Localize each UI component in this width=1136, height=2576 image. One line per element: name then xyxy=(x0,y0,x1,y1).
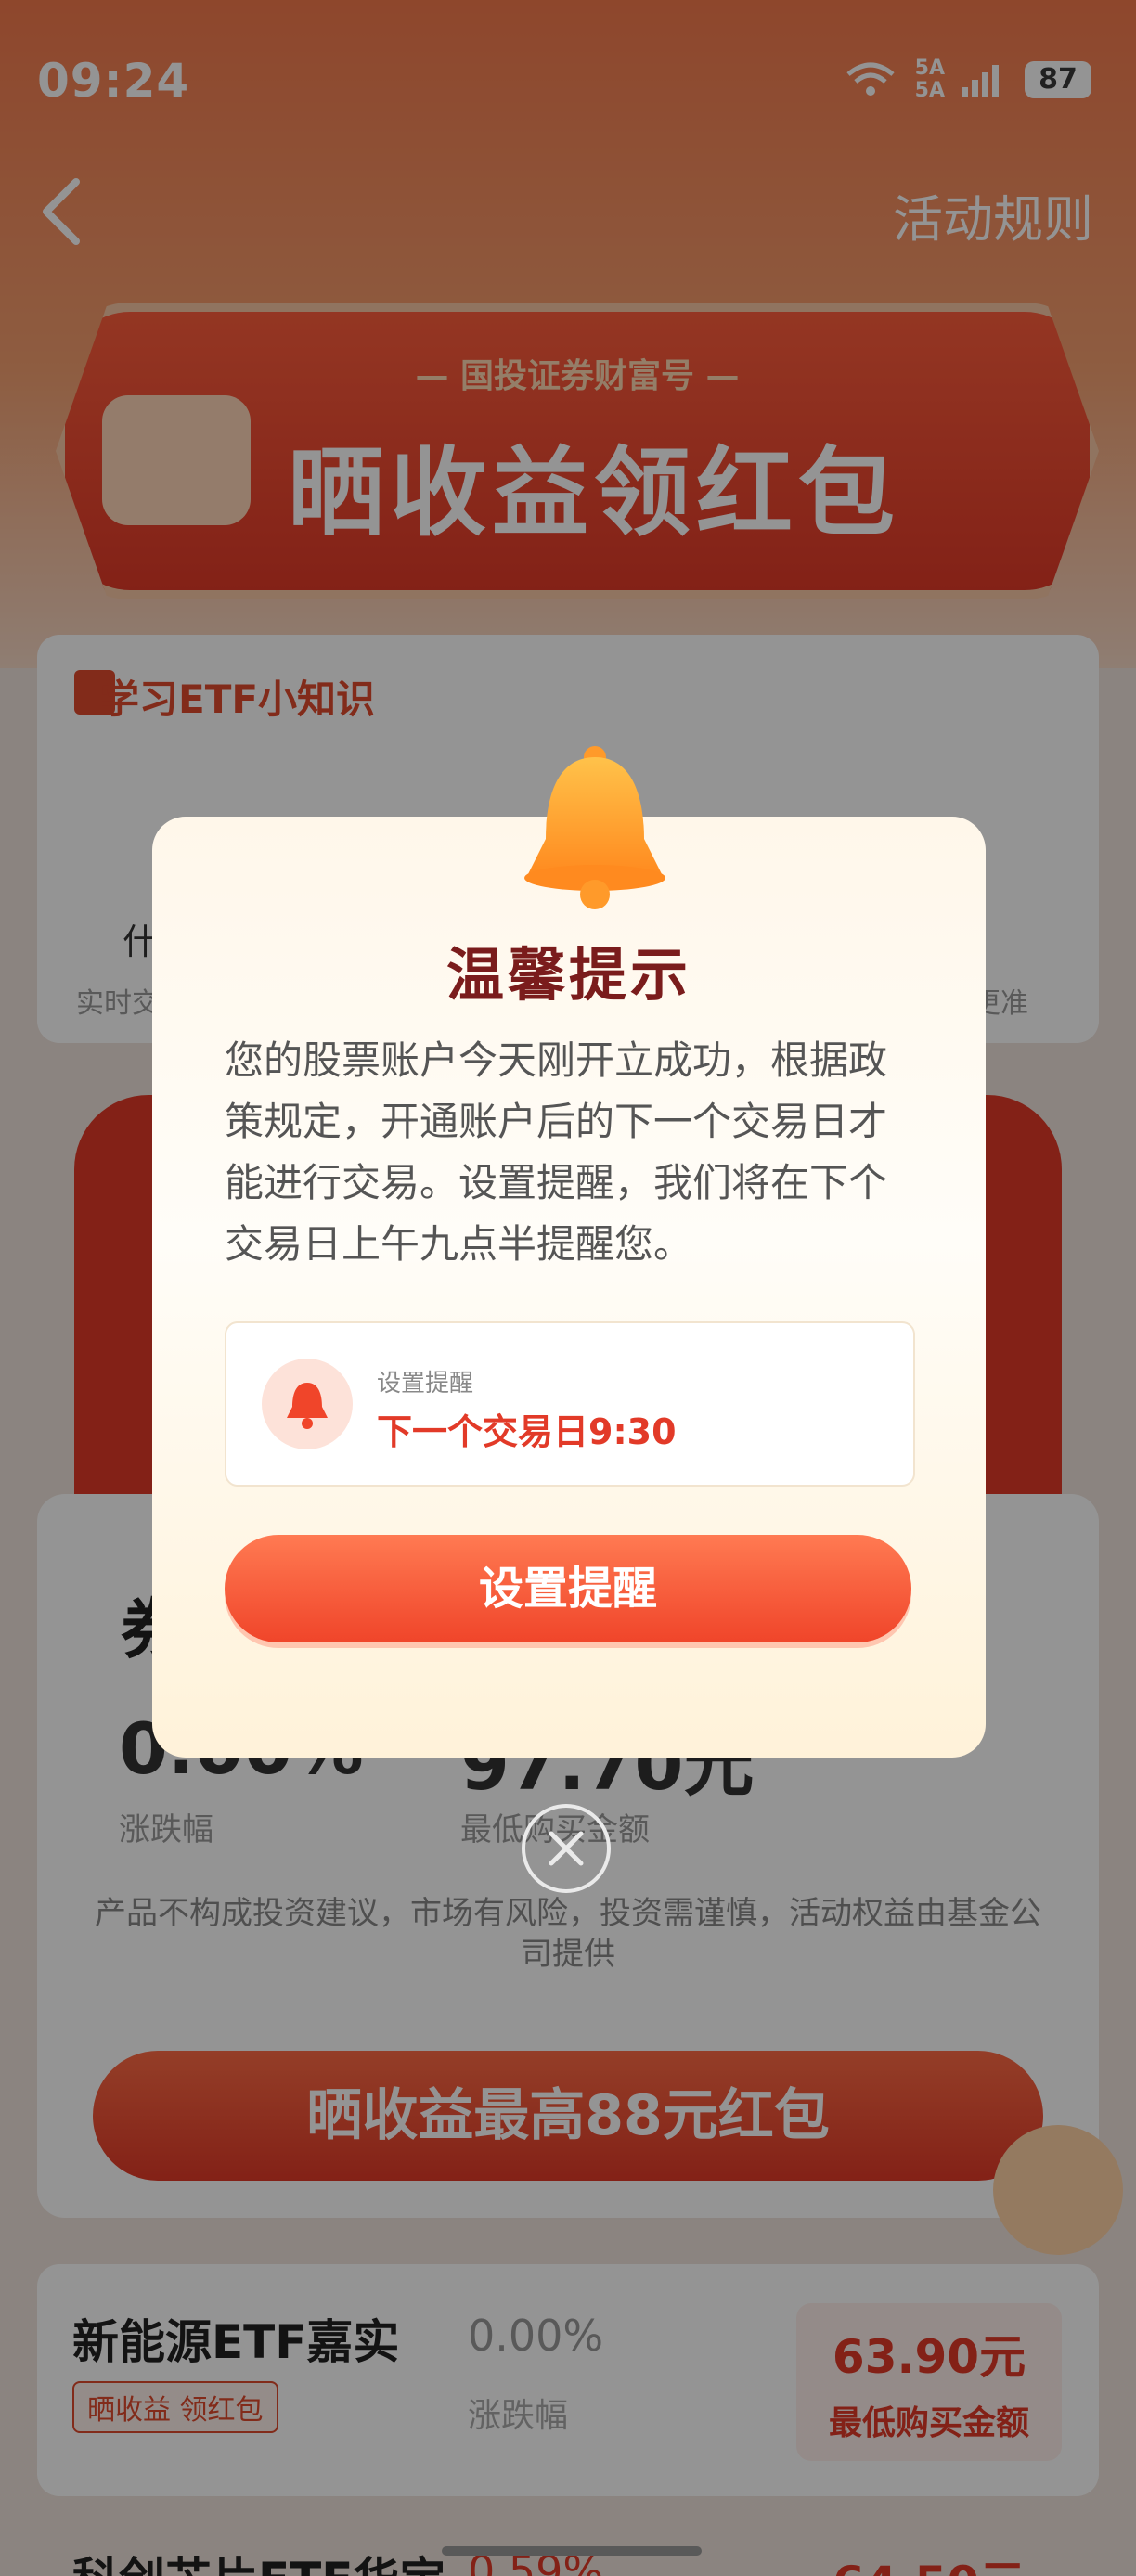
set-reminder-button[interactable]: 设置提醒 xyxy=(225,1535,911,1642)
close-icon xyxy=(549,1831,584,1866)
reminder-label: 设置提醒 xyxy=(377,1370,474,1397)
close-button[interactable] xyxy=(522,1804,611,1893)
reminder-time: 下一个交易日9:30 xyxy=(377,1411,677,1452)
dialog-title: 温馨提示 xyxy=(445,941,691,1009)
page: 09:24 5A 5A 87 活动规则 — 国投证券财富号 — 晒收益领红包 学… xyxy=(0,0,1136,2576)
bell-icon xyxy=(507,737,683,913)
reminder-bell-icon xyxy=(262,1359,353,1449)
dialog-message: 您的股票账户今天刚开立成功，根据政策规定，开通账户后的下一个交易日才能进行交易。… xyxy=(225,1037,888,1267)
